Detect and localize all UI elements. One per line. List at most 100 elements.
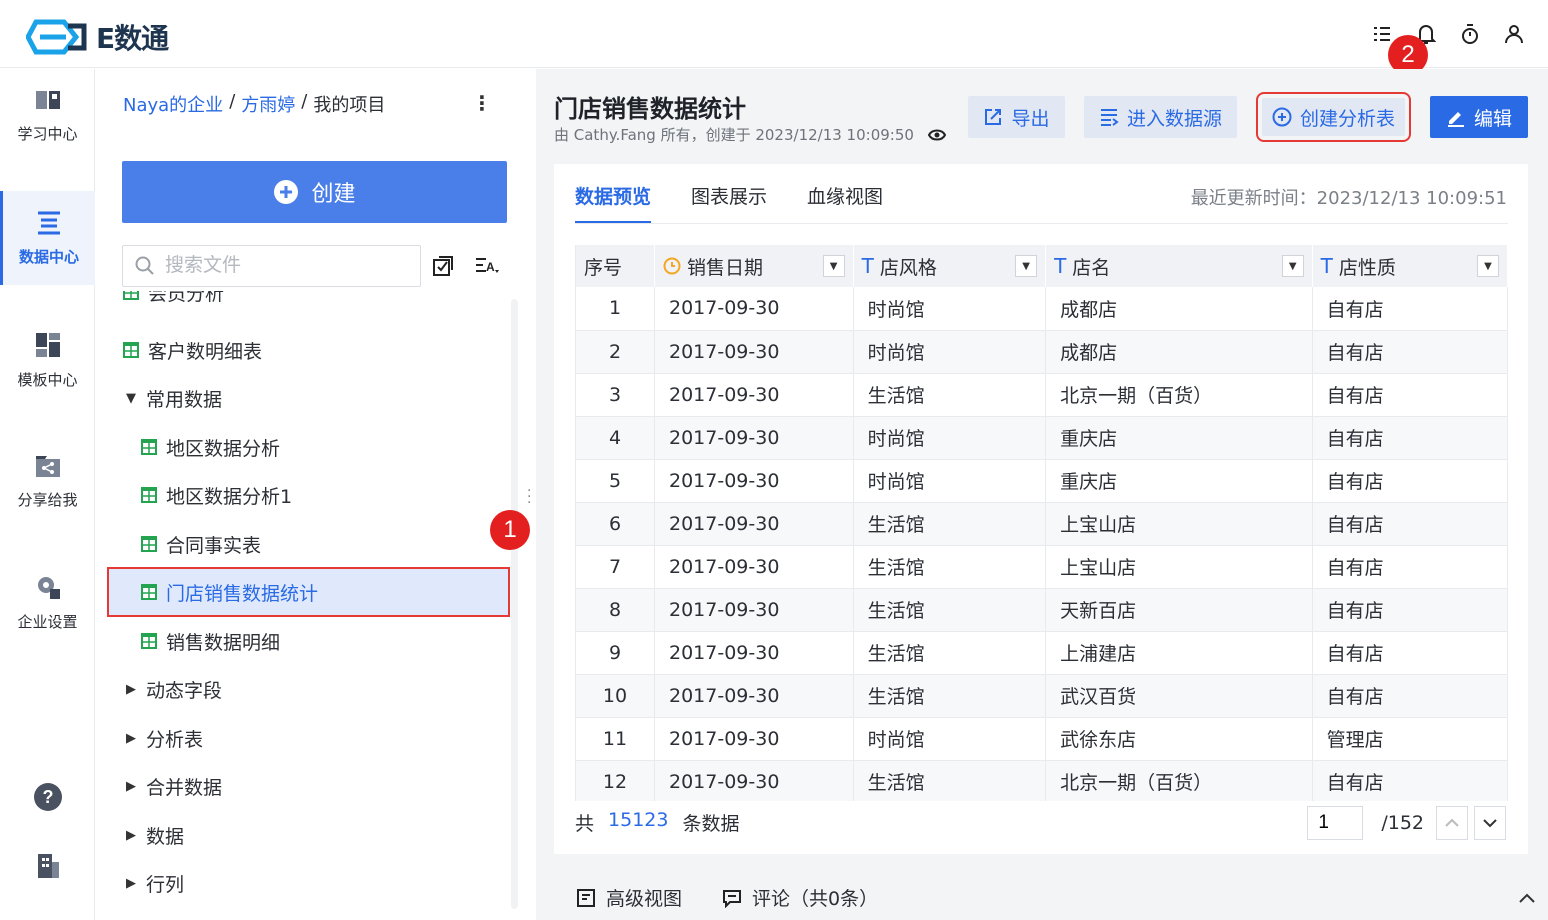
tree-item-label: 合并数据	[146, 776, 223, 799]
panel-resize-handle[interactable]: · · ·	[527, 484, 531, 510]
help-icon[interactable]: ?	[0, 782, 95, 812]
nav-enterprise-settings[interactable]: 企业设置	[0, 555, 95, 649]
table-row[interactable]: 8 2017-09-30 生活馆 天新百店 自有店	[576, 588, 1508, 632]
page-total: /152	[1381, 812, 1424, 834]
svg-text:?: ?	[42, 787, 53, 807]
tree-item-selected[interactable]: 门店销售数据统计	[107, 567, 510, 617]
user-icon[interactable]	[1502, 20, 1526, 48]
table-cell: 2017-09-30	[654, 416, 854, 460]
batch-select-icon[interactable]	[432, 255, 454, 277]
tree-folder[interactable]: ▶ 分析表	[124, 715, 203, 761]
table-cell: 自有店	[1312, 373, 1508, 417]
column-dropdown-icon[interactable]: ▼	[1015, 255, 1038, 277]
nav-data-center[interactable]: 数据中心	[0, 191, 95, 285]
data-table-wrapper: 序号 销售日期 ▼ T 店风格 ▼ T 店名 ▼ T 店性质 ▼ 1 2017-…	[575, 245, 1508, 801]
more-options-icon[interactable]: ⋮	[472, 91, 492, 115]
table-cell: 2017-09-30	[654, 330, 854, 374]
table-row[interactable]: 3 2017-09-30 生活馆 北京一期（百货） 自有店	[576, 373, 1508, 417]
tree-folder[interactable]: ▶ 动态字段	[124, 666, 222, 712]
column-dropdown-icon[interactable]: ▼	[822, 255, 845, 277]
create-analysis-button[interactable]: 创建分析表	[1256, 92, 1411, 142]
table-row[interactable]: 2 2017-09-30 时尚馆 成都店 自有店	[576, 330, 1508, 374]
export-button[interactable]: 导出	[968, 96, 1065, 138]
table-row[interactable]: 12 2017-09-30 生活馆 北京一期（百货） 自有店	[576, 760, 1508, 801]
table-cell: 2017-09-30	[654, 459, 854, 503]
table-cell: 生活馆	[853, 631, 1047, 675]
table-row[interactable]: 4 2017-09-30 时尚馆 重庆店 自有店	[576, 416, 1508, 460]
tree-item-sheet[interactable]: 地区数据分析	[140, 424, 280, 470]
chevron-down-icon[interactable]	[1474, 806, 1506, 840]
column-dropdown-icon[interactable]: ▼	[1281, 255, 1304, 277]
nav-shared-with-me[interactable]: 分享给我	[0, 434, 95, 528]
table-row[interactable]: 5 2017-09-30 时尚馆 重庆店 自有店	[576, 459, 1508, 503]
data-card: 数据预览 图表展示 血缘视图 最近更新时间：2023/12/13 10:09:5…	[554, 164, 1528, 854]
tree-item-sheet[interactable]: 地区数据分析1	[140, 472, 292, 518]
tree-item-sheet[interactable]: 销售数据明细	[140, 618, 280, 664]
edit-button[interactable]: 编辑	[1430, 96, 1528, 138]
tab-data-preview[interactable]: 数据预览	[575, 182, 652, 224]
breadcrumb-user[interactable]: 方雨婷	[241, 91, 295, 117]
advanced-view-label: 高级视图	[606, 888, 683, 910]
table-row[interactable]: 11 2017-09-30 时尚馆 武徐东店 管理店	[576, 717, 1508, 761]
sheet-icon	[123, 342, 139, 358]
timer-icon[interactable]	[1458, 20, 1482, 48]
tab-lineage-view[interactable]: 血缘视图	[807, 182, 883, 224]
table-cell: 12	[576, 760, 655, 801]
table-row[interactable]: 9 2017-09-30 生活馆 上浦建店 自有店	[576, 631, 1508, 675]
nav-label: 数据中心	[18, 247, 79, 266]
eye-icon[interactable]	[927, 128, 946, 142]
table-cell: 时尚馆	[853, 287, 1047, 331]
table-cell: 自有店	[1312, 588, 1508, 632]
create-button[interactable]: 创建	[122, 161, 507, 223]
plus-circle-icon	[274, 180, 299, 204]
sheet-icon	[141, 584, 157, 600]
sort-icon[interactable]: A	[474, 255, 500, 277]
tree-folder[interactable]: ▶ 行列	[124, 860, 184, 906]
building-icon[interactable]	[0, 852, 95, 880]
table-cell: 8	[576, 588, 655, 632]
tree-item-sheet[interactable]: 会员分析	[122, 291, 224, 315]
nav-learning-center[interactable]: 学习中心	[0, 69, 95, 163]
table-cell: 成都店	[1045, 330, 1313, 374]
enter-datasource-button[interactable]: 进入数据源	[1084, 96, 1237, 138]
table-row[interactable]: 6 2017-09-30 生活馆 上宝山店 自有店	[576, 502, 1508, 546]
tree-item-label: 数据	[146, 825, 185, 848]
collapse-up-icon[interactable]	[1518, 892, 1536, 904]
table-cell: 生活馆	[853, 373, 1047, 417]
table-row[interactable]: 7 2017-09-30 生活馆 上宝山店 自有店	[576, 545, 1508, 589]
tab-chart-display[interactable]: 图表展示	[691, 182, 767, 224]
tree-folder[interactable]: ▶ 合并数据	[124, 763, 222, 809]
chevron-up-icon[interactable]	[1436, 806, 1468, 840]
bottom-bar: 高级视图 评论（共0条）	[536, 875, 1548, 920]
edit-icon	[1447, 112, 1464, 127]
tree-item-label: 地区数据分析1	[166, 485, 293, 508]
nav-template-center[interactable]: 模板中心	[0, 313, 95, 407]
comments-button[interactable]: 评论（共0条）	[722, 884, 878, 911]
page-input[interactable]	[1307, 806, 1364, 840]
table-cell: 1	[576, 287, 655, 331]
col-header-label: 销售日期	[686, 256, 763, 279]
export-label: 导出	[1011, 107, 1050, 130]
advanced-view-button[interactable]: 高级视图	[576, 884, 682, 911]
tree-folder[interactable]: ▶ 数据	[124, 812, 184, 858]
create-label: 创建	[311, 182, 356, 207]
column-dropdown-icon[interactable]: ▼	[1477, 255, 1499, 277]
search-input[interactable]	[165, 255, 405, 277]
table-cell: 自有店	[1312, 330, 1508, 374]
settings-icon	[37, 576, 60, 599]
page-meta: 由 Cathy.Fang 所有，创建于 2023/12/13 10:09:50	[554, 124, 946, 145]
tree-item-label: 分析表	[146, 728, 204, 751]
tree-item-label: 销售数据明细	[166, 631, 281, 654]
tree-scrollbar[interactable]	[511, 299, 518, 909]
tree-folder-expanded[interactable]: ▼ 常用数据	[124, 375, 222, 421]
table-cell: 11	[576, 717, 655, 761]
tree-item-sheet[interactable]: 合同事实表	[140, 521, 261, 567]
app-logo[interactable]: E数通	[26, 17, 169, 57]
table-cell: 2	[576, 330, 655, 374]
breadcrumb-org[interactable]: Naya的企业	[123, 91, 223, 117]
tree-item-sheet[interactable]: 客户数明细表	[122, 327, 262, 373]
table-row[interactable]: 1 2017-09-30 时尚馆 成都店 自有店	[576, 287, 1508, 331]
table-cell: 2017-09-30	[654, 373, 854, 417]
table-row[interactable]: 10 2017-09-30 生活馆 武汉百货 自有店	[576, 674, 1508, 718]
table-cell: 10	[576, 674, 655, 718]
